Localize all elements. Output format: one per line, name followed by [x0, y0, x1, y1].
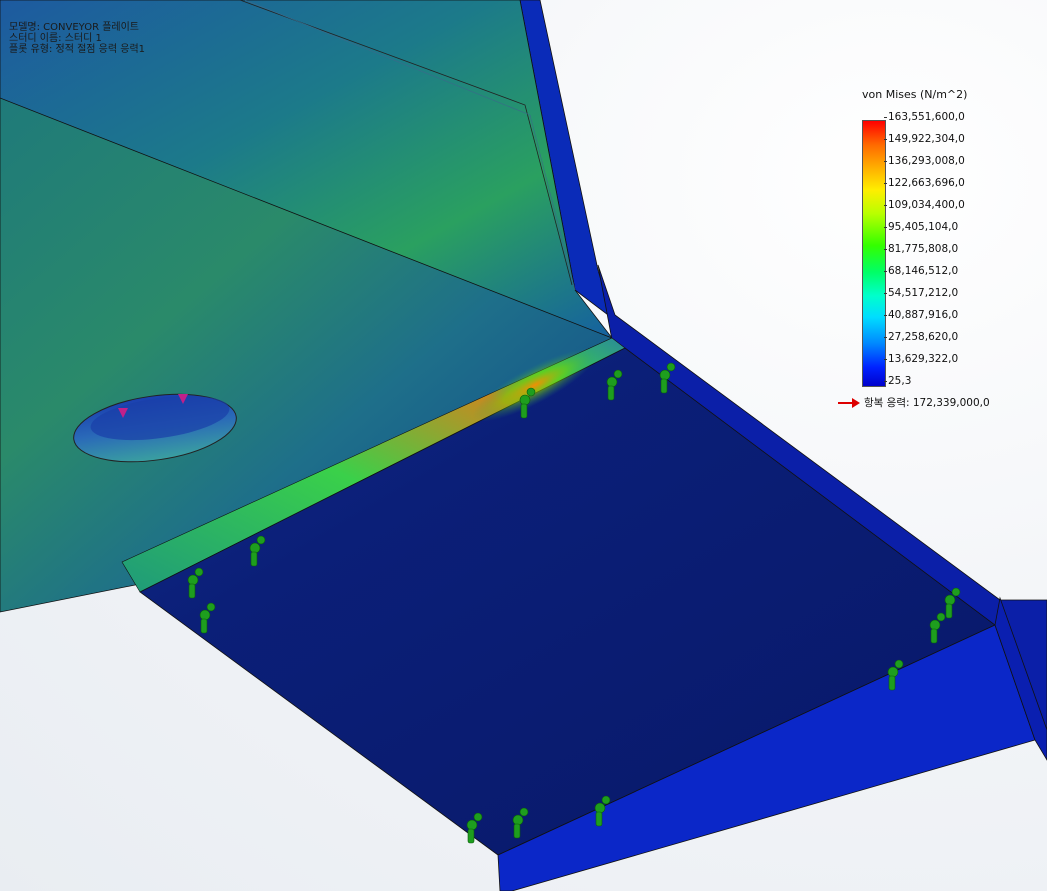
legend-tick: 81,775,808,0: [883, 243, 959, 255]
study-name-label: 스터디 이름: 스터디 1: [9, 33, 102, 44]
yield-stress-label: 항복 응력: 172,339,000,0: [864, 397, 990, 409]
legend-tick: 54,517,212,0: [883, 287, 959, 299]
red-arrow-icon: [838, 398, 860, 408]
legend-tick: 25,3: [883, 375, 912, 387]
legend-tick: 95,405,104,0: [883, 221, 959, 233]
plot-info: 모델명: CONVEYOR 플레이트 스터디 이름: 스터디 1 플롯 유형: …: [9, 22, 145, 55]
legend-tick: 68,146,512,0: [883, 265, 959, 277]
legend-tick: 149,922,304,0: [884, 133, 965, 145]
legend-tick: 109,034,400,0: [884, 199, 965, 211]
legend-tick: 13,629,322,0: [883, 353, 959, 365]
legend-color-bar: [862, 120, 886, 387]
legend-tick: 27,258,620,0: [883, 331, 959, 343]
legend-tick: 40,887,916,0: [883, 309, 959, 321]
legend-title: von Mises (N/m^2): [862, 88, 968, 101]
legend-tick: 163,551,600,0: [884, 111, 965, 123]
graphics-viewport[interactable]: 모델명: CONVEYOR 플레이트 스터디 이름: 스터디 1 플롯 유형: …: [0, 0, 1047, 891]
model-name-label: 모델명: CONVEYOR 플레이트: [9, 22, 140, 33]
legend-tick: 122,663,696,0: [884, 177, 965, 189]
legend-tick: 136,293,008,0: [884, 155, 965, 167]
plot-type-label: 플롯 유형: 정적 절점 응력 응력1: [9, 44, 146, 55]
yield-stress-marker: 항복 응력: 172,339,000,0: [838, 396, 990, 410]
color-legend[interactable]: von Mises (N/m^2) 163,551,600,0 149,922,…: [838, 88, 1038, 418]
